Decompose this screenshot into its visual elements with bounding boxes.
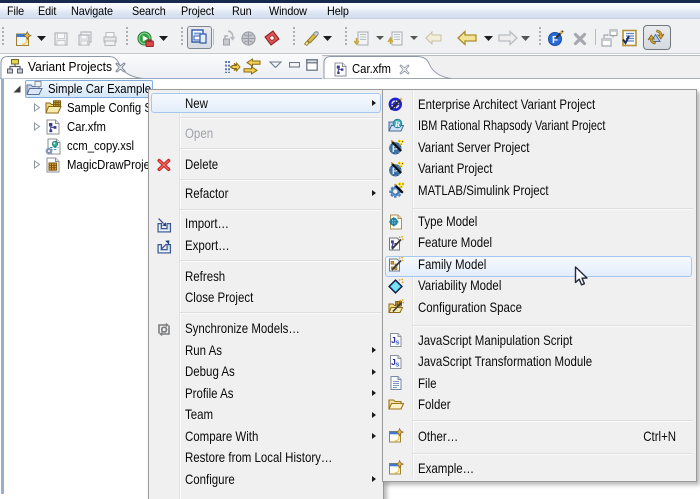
svg-text:s: s [395, 338, 399, 347]
svg-text:s: s [395, 359, 399, 368]
svg-text:R: R [394, 119, 401, 129]
